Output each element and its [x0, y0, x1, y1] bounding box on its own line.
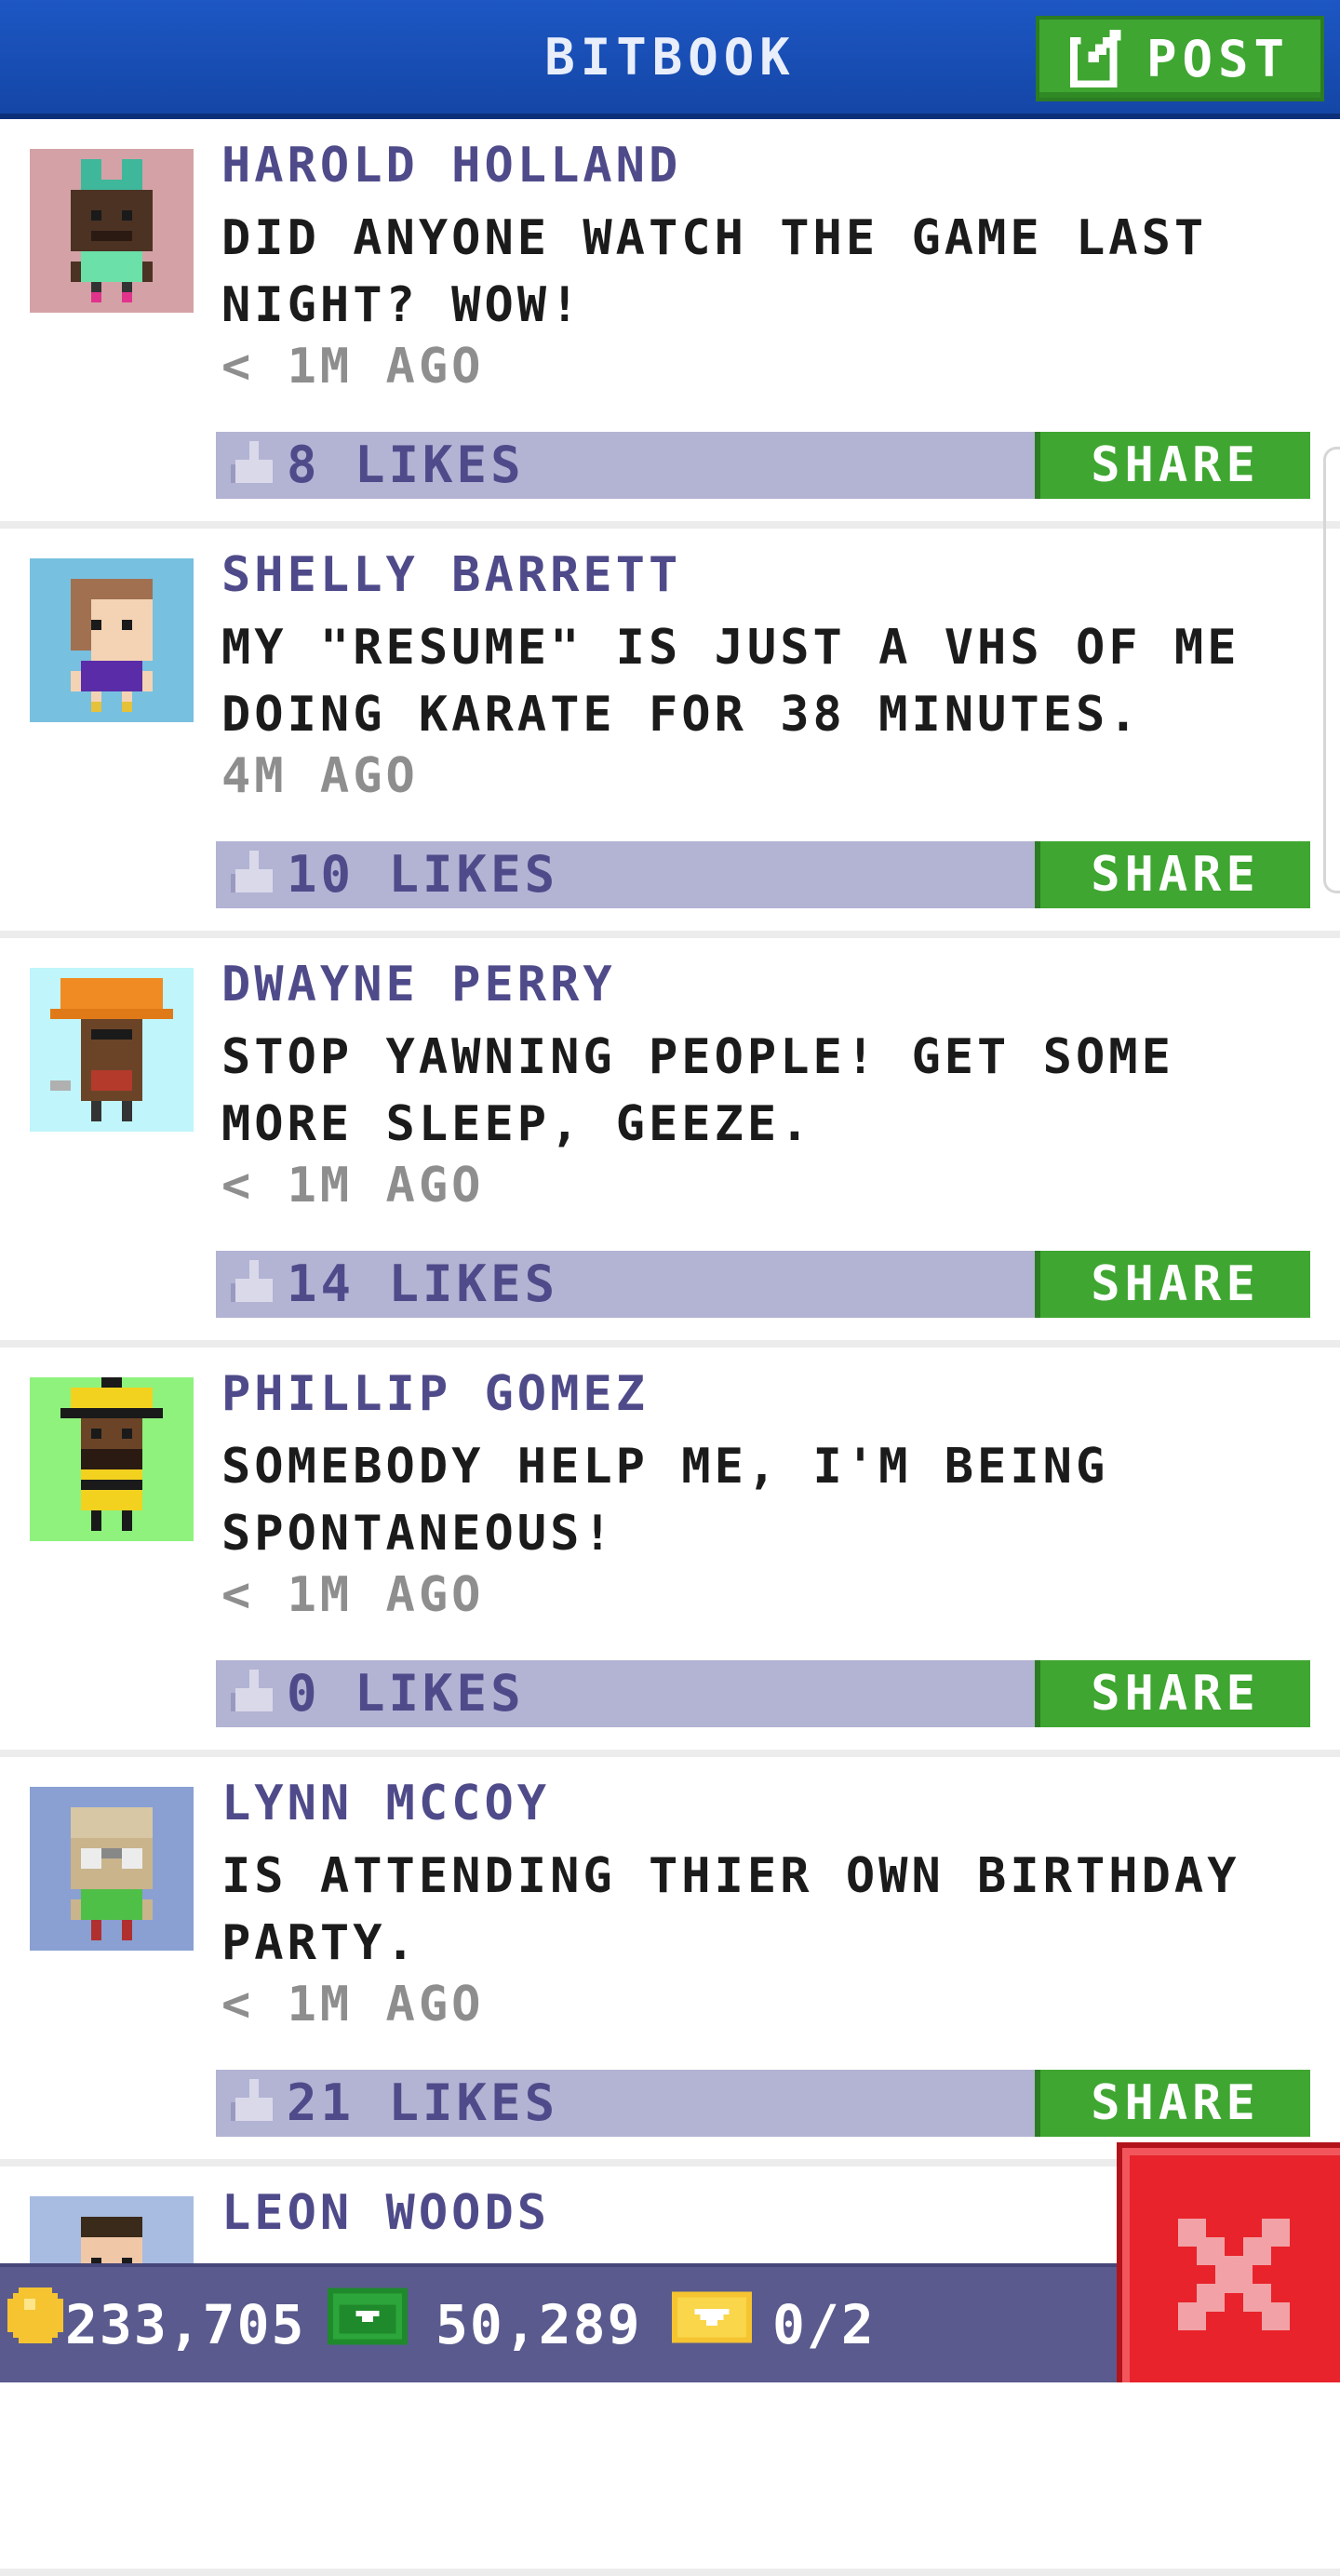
post-author: PHILLIP GOMEZ [221, 1366, 649, 1422]
feed-post: HAROLD HOLLAND DID ANYONE WATCH THE GAME… [0, 119, 1340, 529]
post-button[interactable]: POST [1036, 16, 1324, 101]
share-button[interactable]: SHARE [1035, 1660, 1310, 1727]
bux-icon [328, 2288, 408, 2345]
coin-count: 233,705 [65, 2293, 306, 2356]
like-bar: 0 LIKES SHARE [216, 1660, 1310, 1727]
like-count: 14 LIKES [287, 1254, 559, 1313]
avatar [30, 1787, 194, 1951]
avatar [30, 968, 194, 1132]
coin-icon [7, 2288, 63, 2343]
like-bar: 14 LIKES SHARE [216, 1251, 1310, 1318]
like-count: 0 LIKES [287, 1664, 525, 1723]
feed-post: LYNN MCCOY IS ATTENDING THIER OWN BIRTHD… [0, 1757, 1340, 2167]
thumbs-up-icon[interactable] [231, 851, 277, 897]
ticket-icon [672, 2291, 752, 2343]
post-author: DWAYNE PERRY [221, 957, 616, 1013]
feed-post: DWAYNE PERRY STOP YAWNING PEOPLE! GET SO… [0, 938, 1340, 1348]
post-timestamp: < 1M AGO [221, 1977, 485, 2033]
bux-count: 50,289 [436, 2293, 642, 2356]
post-button-label: POST [1146, 29, 1291, 88]
post-author: HAROLD HOLLAND [221, 138, 682, 194]
share-button[interactable]: SHARE [1035, 432, 1310, 499]
post-timestamp: < 1M AGO [221, 1567, 485, 1623]
like-bar: 8 LIKES SHARE [216, 432, 1310, 499]
thumbs-up-icon[interactable] [231, 1670, 277, 1716]
post-message: IS ATTENDING THIER OWN BIRTHDAY PARTY. [221, 1848, 1240, 1971]
share-button[interactable]: SHARE [1035, 1251, 1310, 1318]
post-message: SOMEBODY HELP ME, I'M BEING SPONTANEOUS! [221, 1439, 1109, 1562]
post-message: STOP YAWNING PEOPLE! GET SOME MORE SLEEP… [221, 1029, 1174, 1152]
post-message: DID ANYONE WATCH THE GAME LAST NIGHT? WO… [221, 210, 1208, 333]
share-button[interactable]: SHARE [1035, 2070, 1310, 2137]
like-count: 10 LIKES [287, 845, 559, 904]
post-author: LYNN MCCOY [221, 1776, 551, 1831]
post-timestamp: < 1M AGO [221, 1158, 485, 1214]
avatar [30, 149, 194, 313]
post-author: SHELLY BARRETT [221, 547, 682, 603]
post-timestamp: 4M AGO [221, 748, 419, 804]
scroll-indicator[interactable] [1323, 447, 1340, 893]
feed-post: SHELLY BARRETT MY "RESUME" IS JUST A VHS… [0, 529, 1340, 938]
thumbs-up-icon[interactable] [231, 441, 277, 488]
top-bar: BITBOOK POST [0, 0, 1340, 119]
close-icon [1178, 2219, 1290, 2330]
edit-icon [1069, 30, 1121, 87]
post-message: MY "RESUME" IS JUST A VHS OF ME DOING KA… [221, 620, 1240, 743]
close-button[interactable] [1117, 2142, 1340, 2382]
avatar [30, 1377, 194, 1541]
post-timestamp: < 1M AGO [221, 339, 485, 395]
post-author: LEON WOODS [221, 2185, 551, 2241]
feed-post: PHILLIP GOMEZ SOMEBODY HELP ME, I'M BEIN… [0, 1348, 1340, 1757]
avatar [30, 558, 194, 722]
share-button[interactable]: SHARE [1035, 841, 1310, 908]
like-bar: 21 LIKES SHARE [216, 2070, 1310, 2137]
ticket-count: 0/2 [772, 2293, 876, 2356]
thumbs-up-icon[interactable] [231, 2079, 277, 2126]
thumbs-up-icon[interactable] [231, 1260, 277, 1307]
like-bar: 10 LIKES SHARE [216, 841, 1310, 908]
like-count: 8 LIKES [287, 436, 525, 494]
like-count: 21 LIKES [287, 2073, 559, 2132]
